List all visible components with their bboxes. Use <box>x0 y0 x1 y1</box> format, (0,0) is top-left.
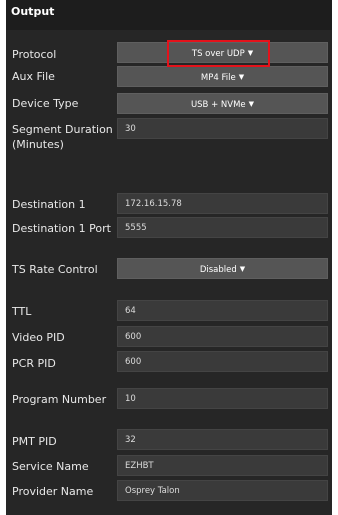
device-type-value: USB + NVMe <box>190 100 246 110</box>
destination1-port-label: Destination 1 Port <box>12 222 111 235</box>
caret-down-icon: ▼ <box>239 265 246 273</box>
ttl-input[interactable]: 64 <box>117 300 328 321</box>
caret-down-icon: ▼ <box>238 73 245 81</box>
panel-title: Output <box>6 0 332 30</box>
aux-file-value: MP4 File <box>200 73 236 83</box>
destination1-input[interactable]: 172.16.15.78 <box>117 193 328 214</box>
device-type-label: Device Type <box>12 97 79 110</box>
pmt-pid-input[interactable]: 32 <box>117 429 328 450</box>
segment-duration-input[interactable]: 30 <box>117 118 328 139</box>
aux-file-label: Aux File <box>12 70 55 83</box>
protocol-dropdown[interactable]: TS over UDP ▼ <box>117 42 328 63</box>
pmt-pid-label: PMT PID <box>12 435 57 448</box>
caret-down-icon: ▼ <box>247 49 254 57</box>
destination1-port-input[interactable]: 5555 <box>117 217 328 238</box>
video-pid-input[interactable]: 600 <box>117 326 328 347</box>
provider-name-input[interactable]: Osprey Talon <box>117 480 328 501</box>
ts-rate-control-label: TS Rate Control <box>12 263 98 276</box>
ts-rate-control-value: Disabled <box>199 265 237 275</box>
service-name-input[interactable]: EZHBT <box>117 455 328 476</box>
ts-rate-control-dropdown[interactable]: Disabled ▼ <box>117 258 328 279</box>
protocol-value: TS over UDP <box>191 49 245 59</box>
segment-duration-label: Segment Duration (Minutes) <box>12 123 113 151</box>
program-number-input[interactable]: 10 <box>117 388 328 409</box>
provider-name-label: Provider Name <box>12 485 94 498</box>
video-pid-label: Video PID <box>12 331 65 344</box>
ttl-label: TTL <box>12 305 32 318</box>
pcr-pid-input[interactable]: 600 <box>117 351 328 372</box>
caret-down-icon: ▼ <box>248 100 255 108</box>
program-number-label: Program Number <box>12 393 107 406</box>
service-name-label: Service Name <box>12 460 89 473</box>
pcr-pid-label: PCR PID <box>12 357 56 370</box>
device-type-dropdown[interactable]: USB + NVMe ▼ <box>117 93 328 114</box>
protocol-label: Protocol <box>12 48 57 61</box>
output-panel: Output Protocol TS over UDP ▼ Aux File MP… <box>6 0 332 515</box>
aux-file-dropdown[interactable]: MP4 File ▼ <box>117 66 328 87</box>
destination1-label: Destination 1 <box>12 198 86 211</box>
